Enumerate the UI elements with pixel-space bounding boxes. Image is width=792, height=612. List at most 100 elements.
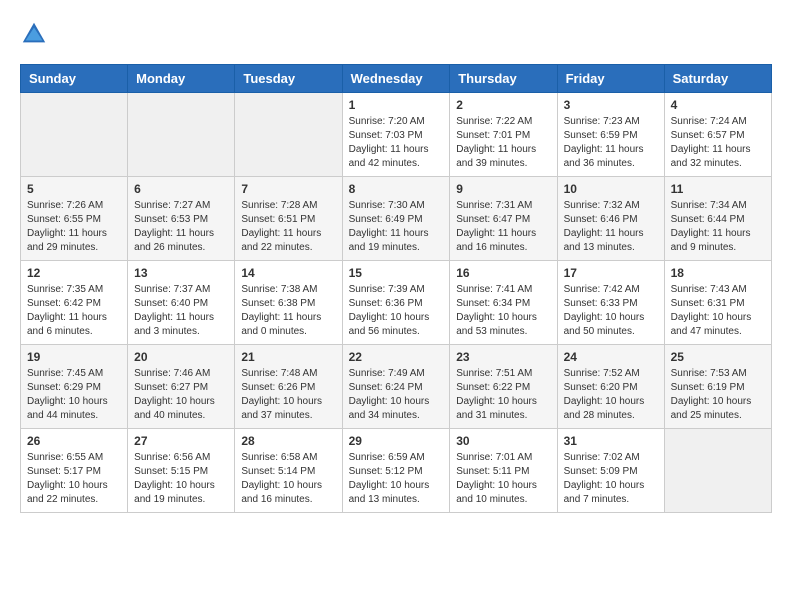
day-info: Sunrise: 7:38 AM Sunset: 6:38 PM Dayligh…	[241, 283, 335, 339]
day-info: Sunrise: 7:32 AM Sunset: 6:46 PM Dayligh…	[564, 199, 658, 255]
calendar-table: SundayMondayTuesdayWednesdayThursdayFrid…	[20, 64, 772, 513]
day-number: 4	[671, 98, 765, 112]
day-info: Sunrise: 6:55 AM Sunset: 5:17 PM Dayligh…	[27, 451, 121, 507]
day-number: 21	[241, 350, 335, 364]
calendar-cell: 6Sunrise: 7:27 AM Sunset: 6:53 PM Daylig…	[128, 177, 235, 261]
day-number: 20	[134, 350, 228, 364]
day-number: 27	[134, 434, 228, 448]
day-info: Sunrise: 7:49 AM Sunset: 6:24 PM Dayligh…	[349, 367, 444, 423]
day-number: 7	[241, 182, 335, 196]
day-info: Sunrise: 7:45 AM Sunset: 6:29 PM Dayligh…	[27, 367, 121, 423]
day-number: 17	[564, 266, 658, 280]
calendar-cell: 2Sunrise: 7:22 AM Sunset: 7:01 PM Daylig…	[450, 93, 557, 177]
calendar-cell: 18 Sunrise: 7:43 AM Sunset: 6:31 PM Dayli…	[664, 261, 771, 345]
day-info: Sunrise: 7:51 AM Sunset: 6:22 PM Dayligh…	[456, 367, 550, 423]
day-info: Sunrise: 7:46 AM Sunset: 6:27 PM Dayligh…	[134, 367, 228, 423]
calendar-cell: 10 Sunrise: 7:32 AM Sunset: 6:46 PM Dayli…	[557, 177, 664, 261]
header-day-monday: Monday	[128, 65, 235, 93]
day-info: Sunrise: 6:56 AM Sunset: 5:15 PM Dayligh…	[134, 451, 228, 507]
calendar-cell: 23 Sunrise: 7:51 AM Sunset: 6:22 PM Dayli…	[450, 345, 557, 429]
header-day-sunday: Sunday	[21, 65, 128, 93]
header-day-wednesday: Wednesday	[342, 65, 450, 93]
calendar-cell: 11 Sunrise: 7:34 AM Sunset: 6:44 PM Dayli…	[664, 177, 771, 261]
calendar-cell: 26 Sunrise: 6:55 AM Sunset: 5:17 PM Dayli…	[21, 429, 128, 513]
calendar-cell: 31Sunrise: 7:02 AM Sunset: 5:09 PM Dayli…	[557, 429, 664, 513]
day-info: Sunrise: 7:23 AM Sunset: 6:59 PM Dayligh…	[564, 115, 658, 171]
day-info: Sunrise: 7:31 AM Sunset: 6:47 PM Dayligh…	[456, 199, 550, 255]
day-number: 18	[671, 266, 765, 280]
day-number: 12	[27, 266, 121, 280]
day-info: Sunrise: 7:30 AM Sunset: 6:49 PM Dayligh…	[349, 199, 444, 255]
day-number: 5	[27, 182, 121, 196]
calendar-cell: 15 Sunrise: 7:39 AM Sunset: 6:36 PM Dayli…	[342, 261, 450, 345]
day-number: 24	[564, 350, 658, 364]
week-row-1: 5 Sunrise: 7:26 AM Sunset: 6:55 PM Daylig…	[21, 177, 772, 261]
calendar-cell	[235, 93, 342, 177]
day-info: Sunrise: 7:34 AM Sunset: 6:44 PM Dayligh…	[671, 199, 765, 255]
day-info: Sunrise: 7:48 AM Sunset: 6:26 PM Dayligh…	[241, 367, 335, 423]
day-info: Sunrise: 6:58 AM Sunset: 5:14 PM Dayligh…	[241, 451, 335, 507]
calendar-cell	[128, 93, 235, 177]
calendar-cell: 4Sunrise: 7:24 AM Sunset: 6:57 PM Daylig…	[664, 93, 771, 177]
calendar-cell	[21, 93, 128, 177]
day-number: 8	[349, 182, 444, 196]
calendar-cell: 20 Sunrise: 7:46 AM Sunset: 6:27 PM Dayli…	[128, 345, 235, 429]
calendar-cell	[664, 429, 771, 513]
logo-icon	[20, 20, 48, 48]
calendar-cell: 29 Sunrise: 6:59 AM Sunset: 5:12 PM Dayli…	[342, 429, 450, 513]
calendar-cell: 17 Sunrise: 7:42 AM Sunset: 6:33 PM Dayli…	[557, 261, 664, 345]
week-row-3: 19Sunrise: 7:45 AM Sunset: 6:29 PM Dayli…	[21, 345, 772, 429]
day-number: 1	[349, 98, 444, 112]
calendar-cell: 16Sunrise: 7:41 AM Sunset: 6:34 PM Dayli…	[450, 261, 557, 345]
day-info: Sunrise: 6:59 AM Sunset: 5:12 PM Dayligh…	[349, 451, 444, 507]
calendar-cell: 14 Sunrise: 7:38 AM Sunset: 6:38 PM Dayli…	[235, 261, 342, 345]
day-info: Sunrise: 7:20 AM Sunset: 7:03 PM Dayligh…	[349, 115, 444, 171]
calendar-cell: 25 Sunrise: 7:53 AM Sunset: 6:19 PM Dayli…	[664, 345, 771, 429]
calendar-cell: 30 Sunrise: 7:01 AM Sunset: 5:11 PM Dayli…	[450, 429, 557, 513]
day-number: 30	[456, 434, 550, 448]
calendar-cell: 27 Sunrise: 6:56 AM Sunset: 5:15 PM Dayli…	[128, 429, 235, 513]
calendar-cell: 5 Sunrise: 7:26 AM Sunset: 6:55 PM Daylig…	[21, 177, 128, 261]
day-info: Sunrise: 7:42 AM Sunset: 6:33 PM Dayligh…	[564, 283, 658, 339]
calendar-cell: 13Sunrise: 7:37 AM Sunset: 6:40 PM Dayli…	[128, 261, 235, 345]
day-number: 15	[349, 266, 444, 280]
header-day-thursday: Thursday	[450, 65, 557, 93]
calendar-cell: 7 Sunrise: 7:28 AM Sunset: 6:51 PM Daylig…	[235, 177, 342, 261]
day-info: Sunrise: 7:01 AM Sunset: 5:11 PM Dayligh…	[456, 451, 550, 507]
week-row-0: 1 Sunrise: 7:20 AM Sunset: 7:03 PM Daylig…	[21, 93, 772, 177]
day-number: 25	[671, 350, 765, 364]
calendar-cell: 12 Sunrise: 7:35 AM Sunset: 6:42 PM Dayli…	[21, 261, 128, 345]
day-number: 23	[456, 350, 550, 364]
header-day-friday: Friday	[557, 65, 664, 93]
day-info: Sunrise: 7:39 AM Sunset: 6:36 PM Dayligh…	[349, 283, 444, 339]
day-number: 3	[564, 98, 658, 112]
calendar-cell: 1 Sunrise: 7:20 AM Sunset: 7:03 PM Daylig…	[342, 93, 450, 177]
day-number: 22	[349, 350, 444, 364]
calendar-cell: 9 Sunrise: 7:31 AM Sunset: 6:47 PM Daylig…	[450, 177, 557, 261]
day-info: Sunrise: 7:43 AM Sunset: 6:31 PM Dayligh…	[671, 283, 765, 339]
calendar-cell: 19Sunrise: 7:45 AM Sunset: 6:29 PM Dayli…	[21, 345, 128, 429]
day-number: 11	[671, 182, 765, 196]
day-number: 10	[564, 182, 658, 196]
header-day-tuesday: Tuesday	[235, 65, 342, 93]
day-number: 16	[456, 266, 550, 280]
week-row-4: 26 Sunrise: 6:55 AM Sunset: 5:17 PM Dayli…	[21, 429, 772, 513]
day-info: Sunrise: 7:53 AM Sunset: 6:19 PM Dayligh…	[671, 367, 765, 423]
calendar-cell: 22 Sunrise: 7:49 AM Sunset: 6:24 PM Dayli…	[342, 345, 450, 429]
day-info: Sunrise: 7:35 AM Sunset: 6:42 PM Dayligh…	[27, 283, 121, 339]
header-day-saturday: Saturday	[664, 65, 771, 93]
day-number: 6	[134, 182, 228, 196]
calendar-cell: 3 Sunrise: 7:23 AM Sunset: 6:59 PM Daylig…	[557, 93, 664, 177]
day-number: 9	[456, 182, 550, 196]
day-number: 29	[349, 434, 444, 448]
day-info: Sunrise: 7:28 AM Sunset: 6:51 PM Dayligh…	[241, 199, 335, 255]
day-number: 28	[241, 434, 335, 448]
week-row-2: 12 Sunrise: 7:35 AM Sunset: 6:42 PM Dayli…	[21, 261, 772, 345]
day-info: Sunrise: 7:22 AM Sunset: 7:01 PM Dayligh…	[456, 115, 550, 171]
logo	[20, 20, 52, 48]
day-number: 14	[241, 266, 335, 280]
calendar-cell: 24Sunrise: 7:52 AM Sunset: 6:20 PM Dayli…	[557, 345, 664, 429]
day-info: Sunrise: 7:02 AM Sunset: 5:09 PM Dayligh…	[564, 451, 658, 507]
day-number: 26	[27, 434, 121, 448]
day-info: Sunrise: 7:26 AM Sunset: 6:55 PM Dayligh…	[27, 199, 121, 255]
